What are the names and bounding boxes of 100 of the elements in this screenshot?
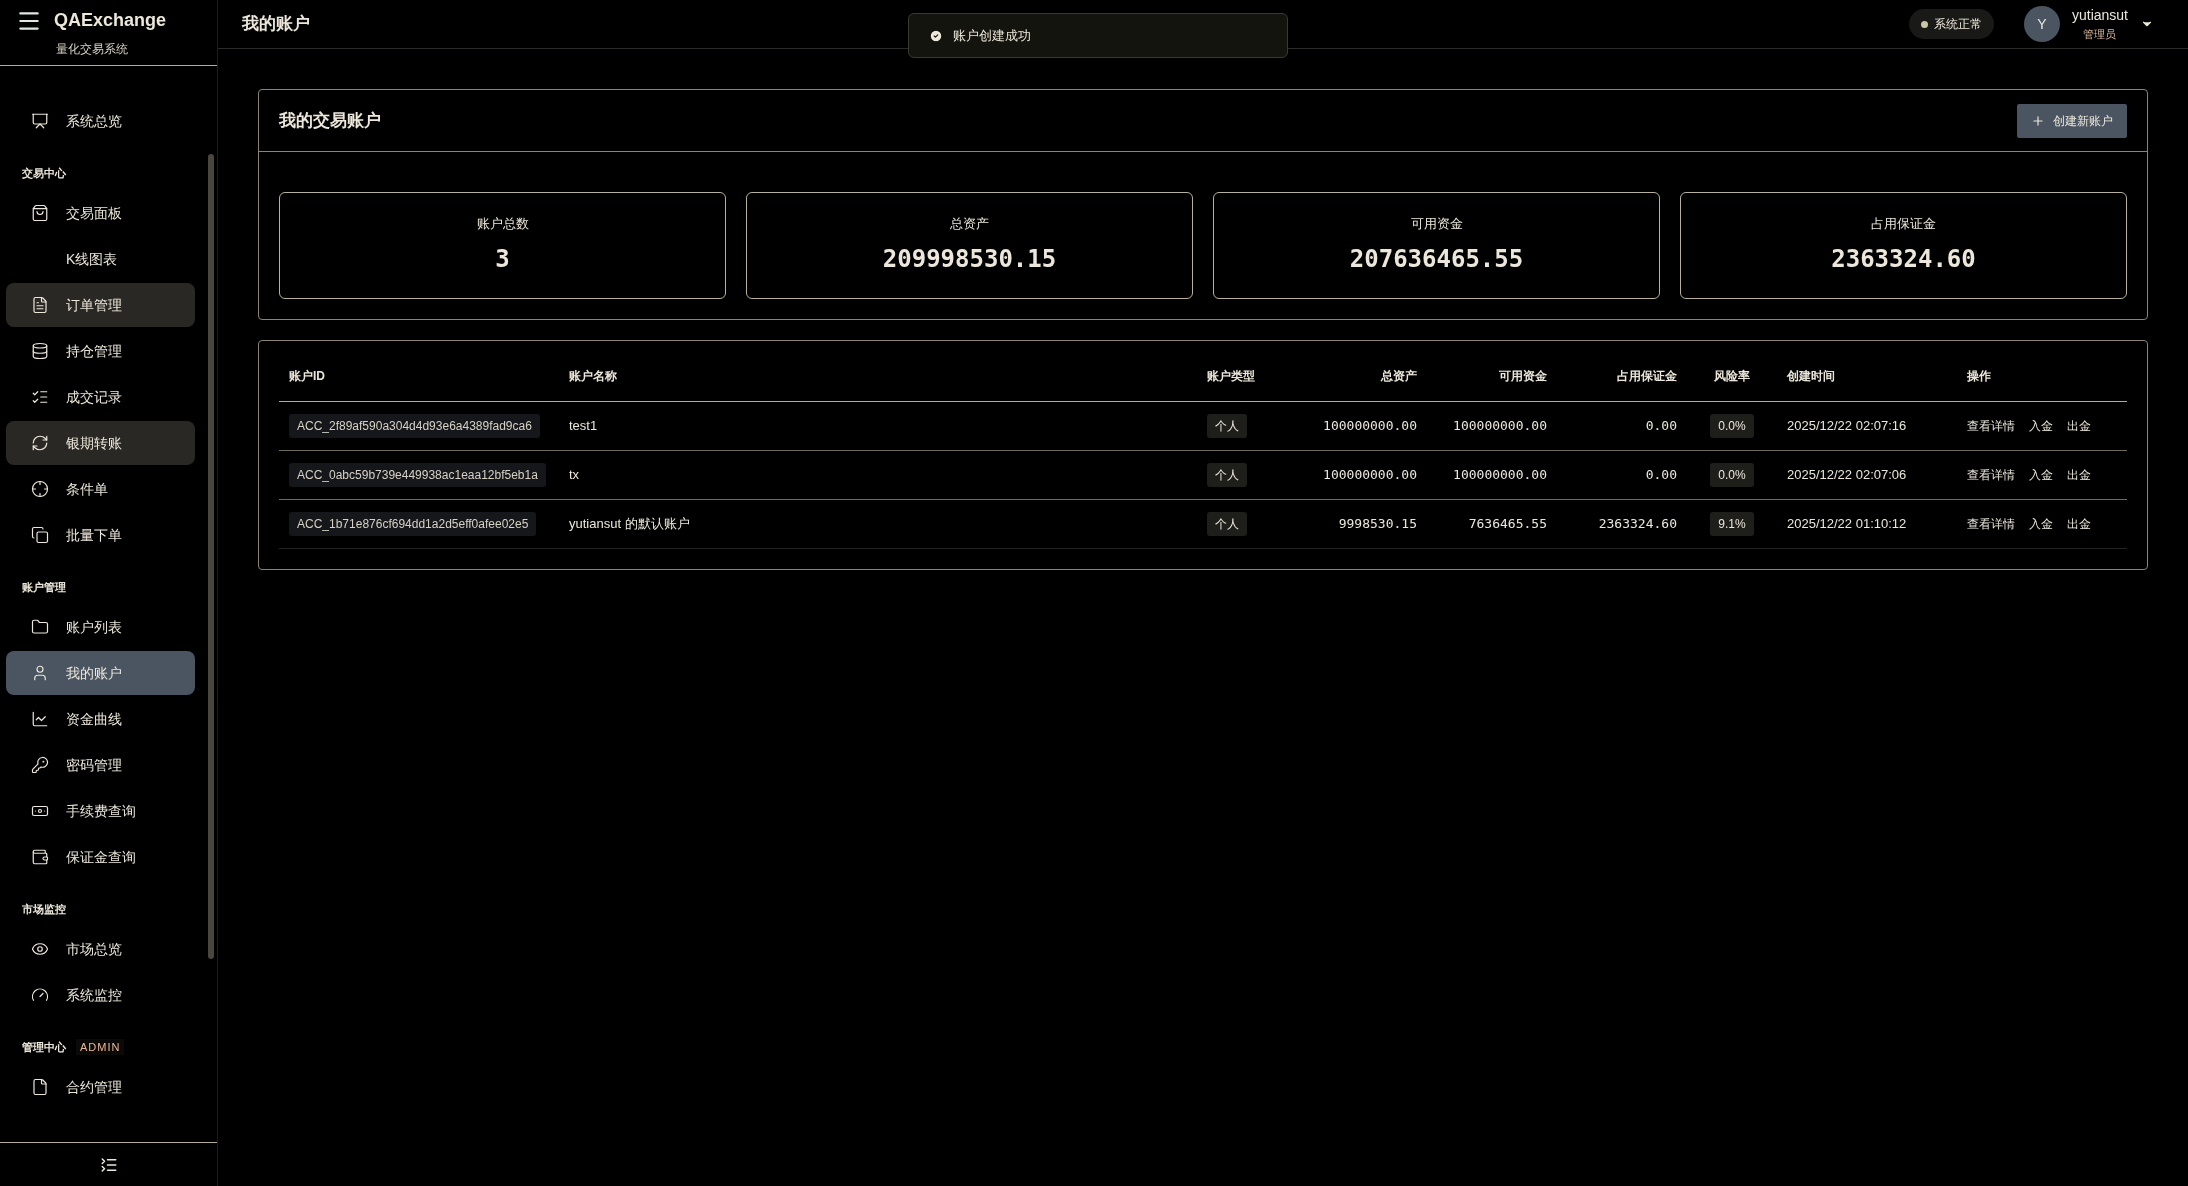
section-heading: 交易中心 (22, 165, 66, 181)
action-link[interactable]: 出金 (2067, 416, 2091, 435)
user-role: 管理员 (2083, 27, 2117, 43)
database-icon (31, 342, 49, 360)
sidebar-item[interactable]: 手续费查询 (6, 789, 195, 833)
table-cell: 0.00 (1645, 417, 1677, 433)
action-link[interactable]: 入金 (2029, 465, 2053, 484)
action-link[interactable]: 出金 (2067, 465, 2091, 484)
gauge-icon (31, 986, 49, 1004)
sidebar-item[interactable]: 系统监控 (6, 973, 195, 1017)
table-cell: 7636465.55 (1468, 515, 1547, 531)
column-header: 占用保证金 (1557, 351, 1687, 401)
action-link[interactable]: 出金 (2067, 514, 2091, 533)
crosshair-icon (31, 480, 49, 498)
check-icon (929, 28, 943, 43)
table-cell: 2025/12/22 02:07:06 (1787, 466, 1907, 482)
stat-value: 209998530.15 (882, 244, 1057, 276)
copy-icon (31, 526, 49, 544)
page-title: 我的账户 (242, 13, 310, 36)
section-heading: 市场监控 (22, 901, 66, 917)
brand-subtitle: 量化交易系统 (55, 41, 129, 58)
sidebar-item[interactable]: 银期转账 (6, 421, 195, 465)
sidebar-item[interactable]: 批量下单 (6, 513, 195, 557)
column-header: 可用资金 (1427, 351, 1557, 401)
brand-name: QAExchange (54, 9, 167, 32)
user-avatar[interactable]: Y (2023, 6, 2060, 42)
sidebar-item[interactable]: 交易面板 (6, 191, 195, 235)
sidebar-item[interactable]: 订单管理 (6, 283, 195, 327)
refresh-icon (31, 434, 49, 452)
risk-tag: 0.0% (1710, 462, 1754, 487)
checklist-icon (31, 388, 49, 406)
user-icon (31, 664, 49, 682)
key-icon (31, 756, 49, 774)
bag-icon (31, 204, 49, 222)
stat-label: 总资产 (950, 214, 989, 233)
wallet-icon (31, 848, 49, 866)
sidebar-item[interactable]: 市场总览 (6, 927, 195, 971)
scrollbar[interactable] (208, 154, 214, 959)
account-type-tag: 个人 (1207, 462, 1247, 487)
risk-tag: 9.1% (1710, 511, 1754, 536)
section-heading: 账户管理 (22, 579, 66, 595)
eye-icon (31, 940, 49, 958)
table-cell: 0.00 (1645, 466, 1677, 482)
stat-label: 可用资金 (1410, 214, 1463, 233)
sidebar-item[interactable]: 保证金查询 (6, 835, 195, 879)
column-header: 账户名称 (559, 351, 1197, 401)
column-header: 操作 (1957, 351, 2127, 401)
table-cell: 2025/12/22 02:07:16 (1787, 417, 1907, 433)
action-link[interactable]: 查看详情 (1967, 514, 2015, 533)
folder-icon (31, 618, 49, 636)
sidebar-item[interactable]: 系统总览 (6, 99, 195, 143)
risk-tag: 0.0% (1710, 413, 1754, 438)
document-icon (31, 296, 49, 314)
sidebar-item[interactable]: 合约管理 (6, 1065, 195, 1109)
chart-icon (31, 710, 49, 728)
collapse-icon[interactable] (99, 1155, 118, 1174)
column-header: 账户ID (279, 351, 559, 401)
stat-value: 207636465.55 (1349, 244, 1524, 276)
sidebar-item[interactable]: 密码管理 (6, 743, 195, 787)
sidebar-item[interactable]: K线图表 (6, 237, 195, 281)
table-cell: 2363324.60 (1598, 515, 1677, 531)
success-toast: 账户创建成功 (908, 13, 1288, 58)
column-header: 账户类型 (1197, 351, 1297, 401)
table-cell: tx (569, 466, 580, 482)
table-cell: 9998530.15 (1338, 515, 1417, 531)
table-cell: 100000000.00 (1323, 417, 1417, 433)
presentation-icon (31, 112, 49, 130)
account-id: ACC_2f89af590a304d4d93e6a4389fad9ca6 (289, 413, 540, 438)
sidebar-item[interactable]: 持仓管理 (6, 329, 195, 373)
table-cell: 100000000.00 (1453, 466, 1547, 482)
file-icon (31, 1078, 49, 1096)
table-cell: yutiansut 的默认账户 (569, 515, 690, 531)
section-heading: 管理中心 (22, 1039, 66, 1055)
column-header: 风险率 (1687, 351, 1777, 401)
table-cell: 100000000.00 (1323, 466, 1417, 482)
sidebar-item[interactable]: 我的账户 (6, 651, 195, 695)
admin-label: ADMIN (76, 1038, 125, 1056)
account-id: ACC_1b71e876cf694dd1a2d5eff0afee02e5 (289, 511, 537, 536)
action-link[interactable]: 查看详情 (1967, 465, 2015, 484)
sidebar-item[interactable]: 成交记录 (6, 375, 195, 419)
action-link[interactable]: 入金 (2029, 514, 2053, 533)
table-cell: 2025/12/22 01:10:12 (1787, 515, 1907, 531)
sidebar-item[interactable]: 资金曲线 (6, 697, 195, 741)
sidebar-item[interactable]: 条件单 (6, 467, 195, 511)
user-name: yutiansut (2071, 6, 2128, 26)
stat-value: 2363324.60 (1831, 244, 1976, 276)
column-header: 总资产 (1297, 351, 1427, 401)
card-title: 我的交易账户 (279, 109, 381, 132)
table-cell: 100000000.00 (1453, 417, 1547, 433)
account-id: ACC_0abc59b739e449938ac1eaa12bf5eb1a (289, 462, 546, 487)
create-account-button[interactable]: 创建新账户 (2017, 103, 2127, 138)
action-link[interactable]: 查看详情 (1967, 416, 2015, 435)
sidebar-item[interactable]: 账户列表 (6, 605, 195, 649)
stat-label: 占用保证金 (1871, 214, 1936, 233)
action-link[interactable]: 入金 (2029, 416, 2053, 435)
stat-value: 3 (495, 244, 510, 276)
account-type-tag: 个人 (1207, 413, 1247, 438)
column-header: 创建时间 (1777, 351, 1957, 401)
table-cell: test1 (569, 417, 598, 433)
account-type-tag: 个人 (1207, 511, 1247, 536)
